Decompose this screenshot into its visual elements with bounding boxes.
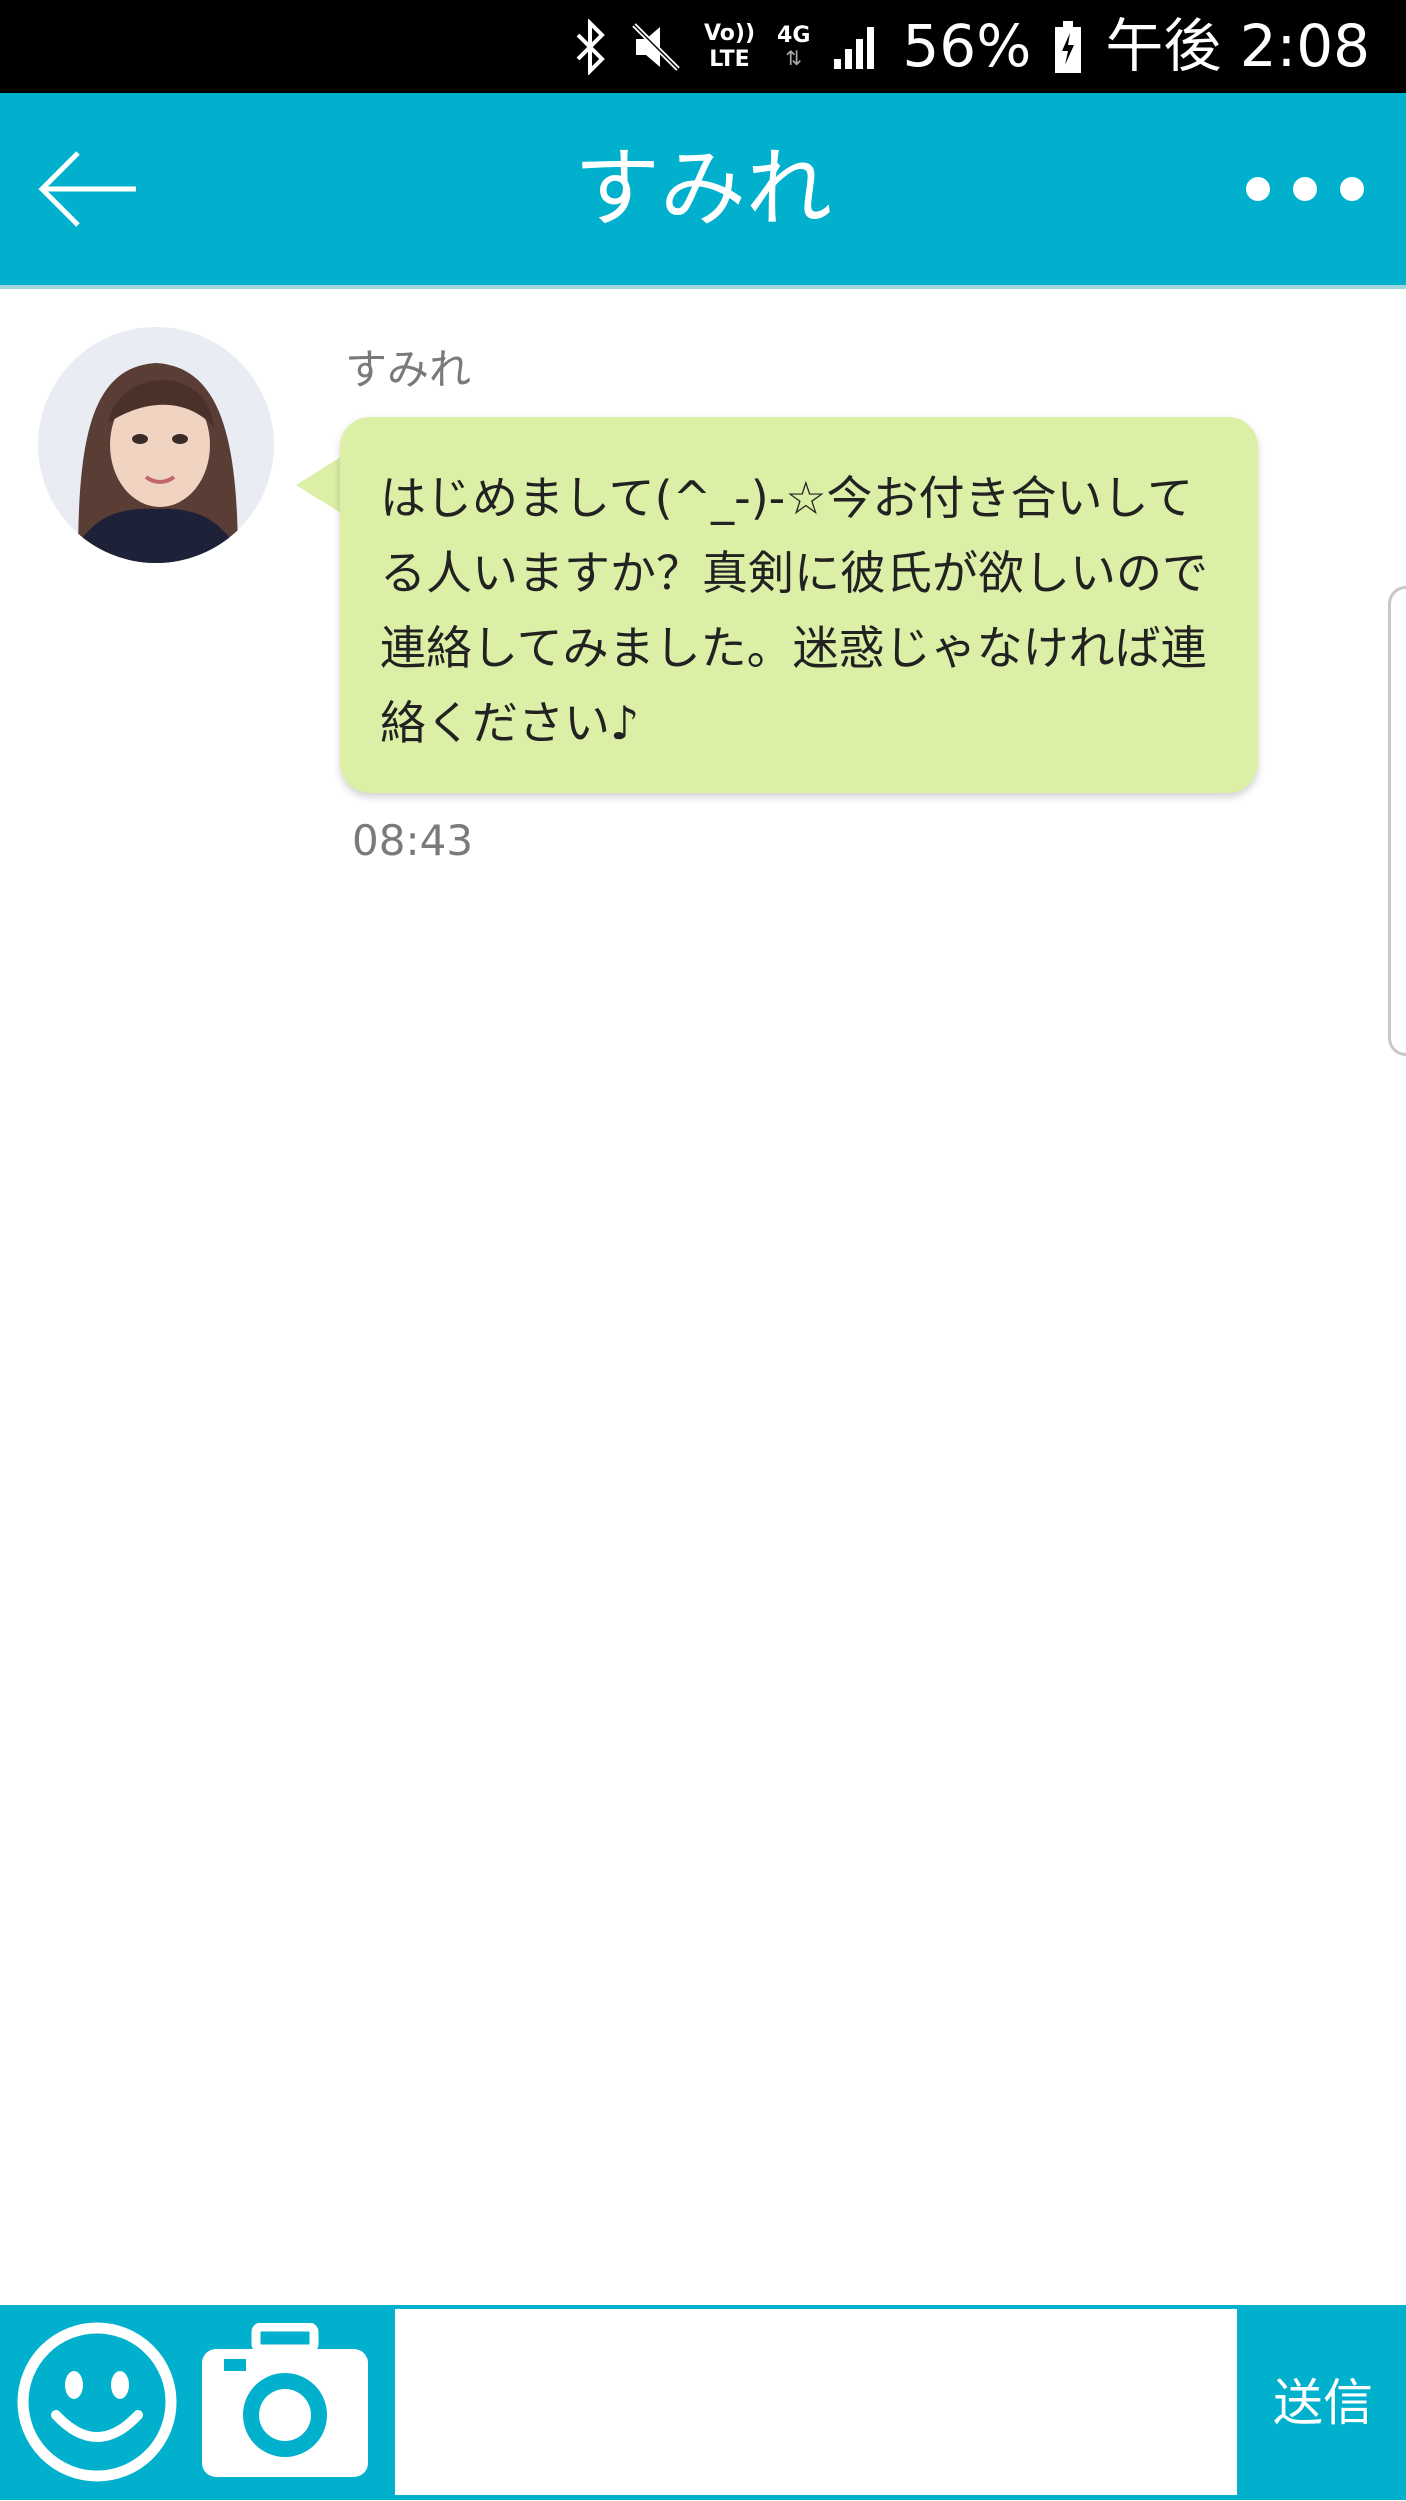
volte-icon: Vo)) LTE: [703, 20, 756, 72]
status-icons: Vo)) LTE 4G ⇅ 56% 午後 2:08: [574, 0, 1370, 93]
more-dots-icon: [1246, 177, 1364, 201]
header-divider: [0, 285, 1406, 289]
camera-icon: [202, 2322, 368, 2477]
volte-top-text: Vo)): [703, 20, 756, 46]
battery-icon: [1055, 20, 1082, 73]
emoji-button[interactable]: [14, 2319, 180, 2485]
network-type: 4G: [777, 22, 811, 48]
clock: 午後 2:08: [1105, 12, 1370, 80]
status-bar: Vo)) LTE 4G ⇅ 56% 午後 2:08: [0, 0, 1406, 93]
data-arrows-icon: ⇅: [785, 45, 803, 70]
composer-bar: 送信: [0, 2305, 1406, 2500]
send-button[interactable]: 送信: [1240, 2305, 1406, 2500]
mute-icon: [632, 22, 680, 71]
message-input[interactable]: [395, 2309, 1237, 2495]
profile-photo: [38, 327, 274, 563]
page-title: すみれ: [574, 139, 832, 239]
network-4g-icon: 4G ⇅: [777, 22, 811, 70]
message-timestamp: 08:43: [352, 816, 474, 865]
avatar[interactable]: [38, 327, 274, 563]
smiley-icon: [17, 2322, 177, 2482]
sender-name: すみれ: [345, 345, 472, 394]
battery-percent: 56%: [902, 12, 1032, 80]
bubble-tail: [296, 455, 344, 515]
message-bubble[interactable]: はじめまして(^_-)-☆今お付き合いしてる人いますか？真剣に彼氏が欲しいので連…: [340, 417, 1258, 793]
more-menu-button[interactable]: [1240, 153, 1370, 225]
volte-bottom-text: LTE: [709, 46, 750, 72]
bluetooth-icon: [576, 18, 605, 75]
camera-button[interactable]: [196, 2322, 374, 2483]
message-text: はじめまして(^_-)-☆今お付き合いしてる人いますか？真剣に彼氏が欲しいので連…: [380, 471, 1208, 750]
scroll-handle[interactable]: [1388, 586, 1406, 1056]
signal-icon: [834, 26, 875, 69]
app-header: すみれ: [0, 93, 1406, 285]
